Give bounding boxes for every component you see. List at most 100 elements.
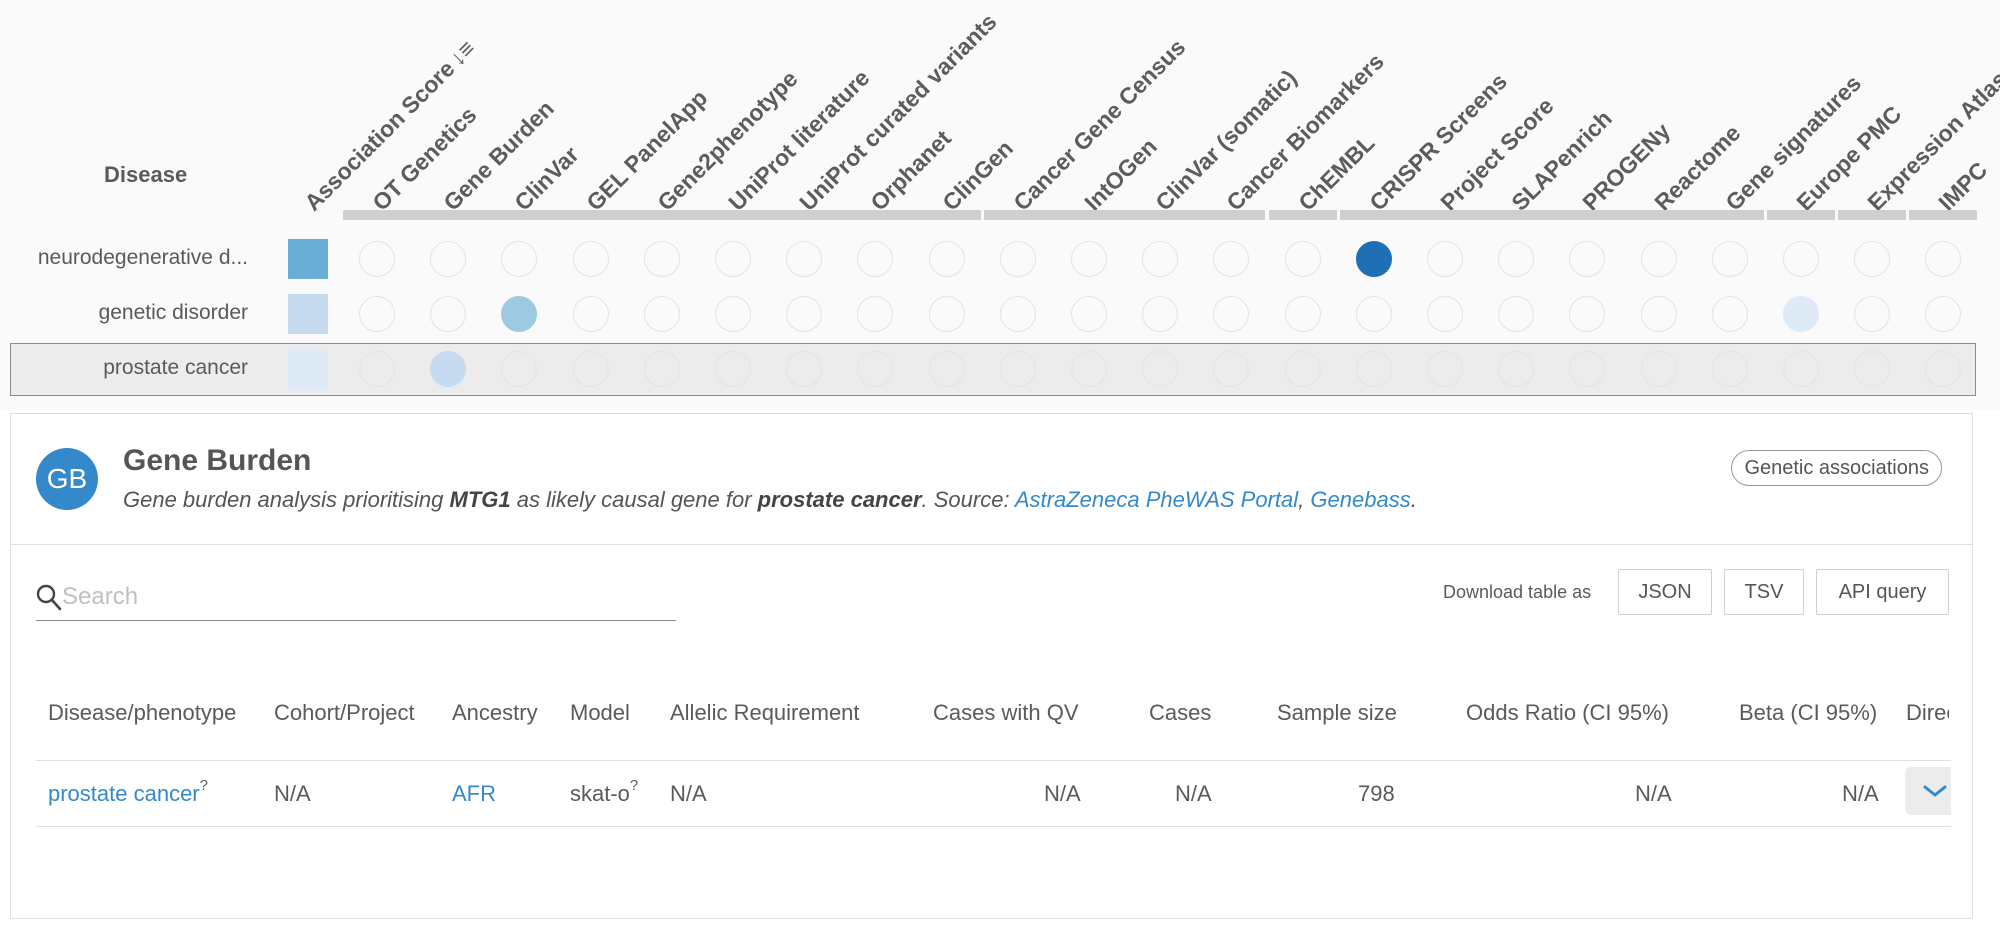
evidence-cell[interactable] — [1355, 296, 1392, 332]
evidence-cell[interactable] — [1142, 241, 1179, 277]
help-tooltip-icon[interactable]: ? — [200, 777, 208, 794]
evidence-cell[interactable] — [1427, 241, 1463, 277]
evidence-cell[interactable] — [999, 296, 1036, 332]
evidence-cell[interactable] — [715, 296, 751, 332]
evidence-cell[interactable] — [1569, 296, 1606, 332]
evidence-cell[interactable] — [1711, 351, 1748, 387]
expand-row-button[interactable] — [1905, 767, 1951, 815]
evidence-cell[interactable] — [1854, 241, 1891, 277]
evidence-cell[interactable] — [999, 351, 1036, 387]
evidence-cell[interactable] — [999, 241, 1036, 277]
download-json-button[interactable]: JSON — [1618, 569, 1712, 615]
evidence-cell[interactable] — [928, 351, 965, 387]
evidence-cell[interactable] — [1640, 241, 1677, 277]
search-input[interactable] — [60, 578, 664, 616]
evidence-cell[interactable] — [1071, 351, 1107, 387]
evidence-cell[interactable] — [643, 241, 680, 277]
evidence-cell[interactable] — [1498, 351, 1535, 387]
evidence-cell[interactable] — [430, 296, 467, 332]
evidence-cell[interactable] — [572, 296, 609, 332]
evidence-cell[interactable] — [1854, 296, 1891, 332]
evidence-cell[interactable] — [1142, 351, 1179, 387]
disease-link[interactable]: prostate cancer — [48, 781, 200, 806]
evidence-cell[interactable] — [1284, 296, 1321, 332]
evidence-cell[interactable] — [430, 351, 467, 387]
evidence-cell[interactable] — [1284, 351, 1321, 387]
association-score-cell[interactable] — [288, 294, 328, 334]
col-header-cases[interactable]: Cases — [1149, 700, 1211, 726]
evidence-cell[interactable] — [1640, 351, 1677, 387]
evidence-cell[interactable] — [430, 241, 467, 277]
evidence-cell[interactable] — [1071, 241, 1107, 277]
ancestry-link[interactable]: AFR — [452, 781, 496, 806]
evidence-cell[interactable] — [643, 351, 680, 387]
evidence-cell[interactable] — [572, 241, 609, 277]
row-disease-label[interactable]: prostate cancer — [0, 356, 248, 380]
evidence-cell[interactable] — [1783, 351, 1819, 387]
help-tooltip-icon[interactable]: ? — [630, 777, 638, 794]
col-header-model[interactable]: Model — [570, 700, 630, 726]
column-header-impc[interactable]: IMPC — [1934, 157, 1993, 216]
evidence-cell[interactable] — [1284, 241, 1321, 277]
association-score-cell[interactable] — [288, 239, 328, 279]
col-header-beta[interactable]: Beta (CI 95%) — [1739, 700, 1877, 726]
evidence-cell[interactable] — [1213, 241, 1250, 277]
evidence-cell[interactable] — [1783, 296, 1819, 332]
evidence-cell[interactable] — [501, 296, 538, 332]
evidence-cell[interactable] — [786, 296, 823, 332]
source-link-genebass[interactable]: Genebass — [1310, 487, 1410, 512]
column-header-gel-panelapp[interactable]: GEL PanelApp — [581, 85, 712, 216]
evidence-cell[interactable] — [715, 241, 751, 277]
evidence-cell[interactable] — [1711, 296, 1748, 332]
evidence-cell[interactable] — [1711, 241, 1748, 277]
evidence-cell[interactable] — [359, 351, 395, 387]
genetic-associations-chip[interactable]: Genetic associations — [1731, 450, 1942, 486]
chevron-down-icon — [1923, 785, 1947, 797]
evidence-cell[interactable] — [928, 296, 965, 332]
col-header-sample-size[interactable]: Sample size — [1277, 700, 1397, 726]
col-header-direction[interactable]: Direc — [1906, 700, 1949, 726]
evidence-cell[interactable] — [501, 241, 538, 277]
desc-text: , — [1298, 487, 1311, 512]
evidence-cell[interactable] — [359, 241, 395, 277]
row-disease-label[interactable]: neurodegenerative d... — [0, 246, 248, 270]
evidence-cell[interactable] — [1427, 296, 1463, 332]
evidence-cell[interactable] — [786, 241, 823, 277]
evidence-cell[interactable] — [572, 351, 609, 387]
evidence-cell[interactable] — [1925, 296, 1962, 332]
source-link-astrazeneca[interactable]: AstraZeneca PheWAS Portal — [1015, 487, 1298, 512]
column-header-gene-signatures[interactable]: Gene signatures — [1720, 70, 1866, 216]
col-header-odds-ratio[interactable]: Odds Ratio (CI 95%) — [1466, 700, 1669, 726]
evidence-cell[interactable] — [857, 241, 894, 277]
col-header-cases-qv[interactable]: Cases with QV — [933, 700, 1079, 726]
col-header-allelic[interactable]: Allelic Requirement — [670, 700, 860, 726]
evidence-cell[interactable] — [1142, 296, 1179, 332]
evidence-cell[interactable] — [643, 296, 680, 332]
evidence-cell[interactable] — [359, 296, 395, 332]
evidence-cell[interactable] — [1854, 351, 1891, 387]
evidence-cell[interactable] — [1498, 241, 1535, 277]
evidence-cell[interactable] — [1498, 296, 1535, 332]
evidence-cell[interactable] — [1925, 241, 1962, 277]
search-box — [36, 574, 676, 621]
evidence-cell[interactable] — [786, 351, 823, 387]
download-tsv-button[interactable]: TSV — [1724, 569, 1804, 615]
evidence-cell[interactable] — [1213, 296, 1250, 332]
evidence-cell[interactable] — [857, 296, 894, 332]
col-header-ancestry[interactable]: Ancestry — [452, 700, 538, 726]
evidence-cell[interactable] — [1569, 241, 1606, 277]
evidence-cell[interactable] — [1355, 241, 1392, 277]
column-header-clinvar[interactable]: ClinVar — [510, 141, 584, 215]
evidence-cell[interactable] — [928, 241, 965, 277]
evidence-cell[interactable] — [1355, 351, 1392, 387]
evidence-cell[interactable] — [1783, 241, 1819, 277]
col-header-disease[interactable]: Disease/phenotype — [48, 700, 236, 726]
evidence-cell[interactable] — [1071, 296, 1107, 332]
evidence-cell[interactable] — [715, 351, 751, 387]
col-header-cohort[interactable]: Cohort/Project — [274, 700, 415, 726]
evidence-cell[interactable] — [1427, 351, 1463, 387]
api-query-button[interactable]: API query — [1816, 569, 1949, 615]
association-score-cell[interactable] — [288, 349, 328, 389]
row-disease-label[interactable]: genetic disorder — [0, 301, 248, 325]
evidence-cell[interactable] — [1640, 296, 1677, 332]
